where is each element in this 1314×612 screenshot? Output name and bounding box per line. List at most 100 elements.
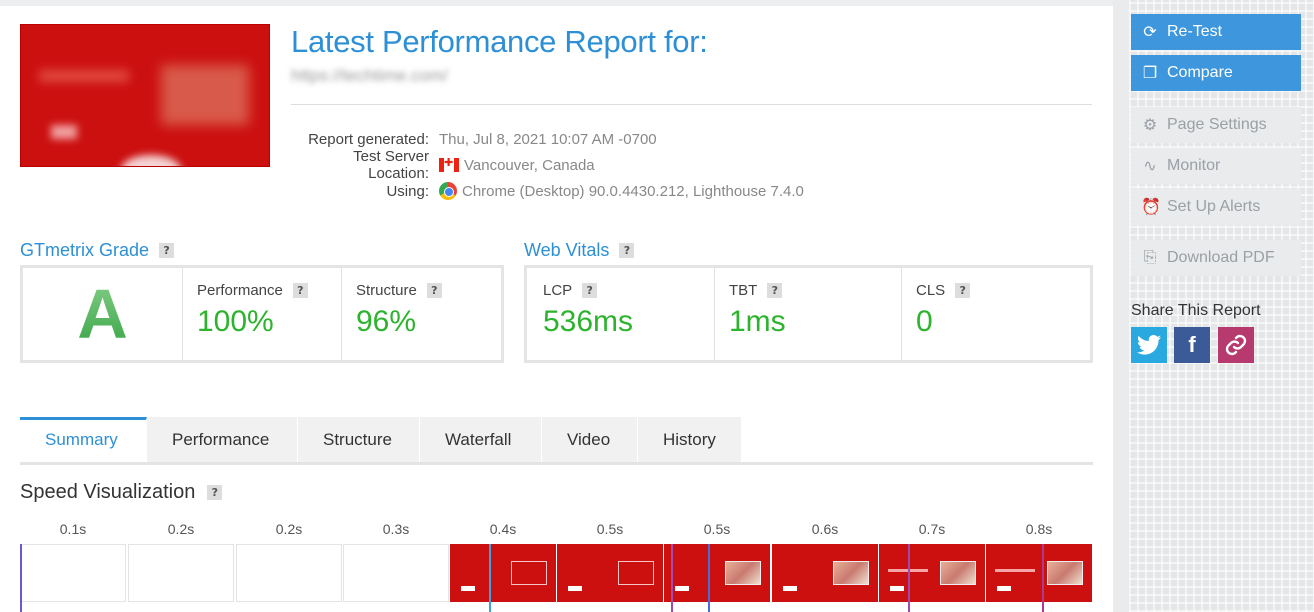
structure-label-row: Structure ? [356,282,487,299]
filmstrip: 0.1s 0.2s 0.2s 0.3s 0.4s 0.5s 0.5s 0.6s … [20,518,1093,612]
frame[interactable]: 0.6s [772,518,878,602]
server-location-value: Vancouver, Canada [439,156,595,174]
set-up-alerts-button[interactable]: ⏰ Set Up Alerts [1131,189,1301,225]
lcp-label: LCP [543,282,573,299]
page-screenshot-thumbnail[interactable] [20,24,270,167]
cls-label-row: CLS ? [916,282,1076,299]
tab-structure[interactable]: Structure [298,417,420,463]
thumb-shape [121,155,181,166]
thumb-button [51,125,77,139]
report-meta: Report generated: Thu, Jul 8, 2021 10:07… [291,126,1092,204]
timeline-marker-start [20,544,22,612]
frame[interactable]: 0.3s [343,518,449,602]
download-pdf-button[interactable]: ⎘ Download PDF [1131,240,1301,276]
help-icon[interactable]: ? [159,243,175,258]
pulse-icon: ∿ [1143,158,1157,175]
tbt-label: TBT [729,282,758,299]
frame-time: 0.6s [811,521,839,537]
download-pdf-label: Download PDF [1167,249,1275,266]
tab-history[interactable]: History [638,417,742,463]
frame-time: 0.7s [918,521,946,537]
frame[interactable]: 0.7s [879,518,985,602]
grade-cell: A [23,268,183,360]
help-icon[interactable]: ? [426,283,442,298]
chrome-icon [439,182,457,200]
page-settings-label: Page Settings [1167,116,1267,133]
share-heading: Share This Report [1131,302,1261,319]
tab-video[interactable]: Video [542,417,638,463]
frame-image [20,544,126,602]
retest-button[interactable]: ⟳ Re-Test [1131,14,1301,50]
frame[interactable]: 0.1s [20,518,126,602]
frame[interactable]: 0.8s [986,518,1092,602]
monitor-label: Monitor [1167,157,1221,174]
using-value: Chrome (Desktop) 90.0.4430.212, Lighthou… [439,182,804,200]
lcp-value: 536ms [543,305,634,338]
tab-summary[interactable]: Summary [20,417,147,463]
frame-photo [725,561,761,585]
speed-visualization-heading: Speed Visualization ? [20,481,223,504]
performance-label: Performance [197,282,283,299]
speed-visualization-title: Speed Visualization [20,481,196,503]
lcp-cell: LCP ? 536ms [527,268,715,360]
help-icon[interactable]: ? [292,283,308,298]
frame[interactable]: 0.2s [128,518,234,602]
frame[interactable]: 0.5s [664,518,770,602]
meta-row-using: Using: Chrome (Desktop) 90.0.4430.212, L… [291,178,1092,204]
frame-button [461,586,475,591]
using-label: Using: [386,182,429,200]
cls-label: CLS [916,282,946,299]
performance-label-row: Performance ? [197,282,327,299]
frame[interactable]: 0.2s [236,518,342,602]
frame-button [997,586,1011,591]
compare-button[interactable]: ❐ Compare [1131,55,1301,91]
frame-time: 0.8s [1025,521,1053,537]
frame[interactable]: 0.5s [557,518,663,602]
structure-label: Structure [356,282,417,299]
compare-label: Compare [1167,64,1233,81]
web-vitals-panel: LCP ? 536ms TBT ? 1ms CLS ? 0 [524,265,1093,363]
report-generated-text: Thu, Jul 8, 2021 10:07 AM -0700 [439,130,657,148]
frame-image [772,544,878,602]
frame-image [450,544,556,602]
facebook-icon[interactable]: f [1174,327,1210,363]
structure-value: 96% [356,305,417,338]
frame-placeholder [618,561,654,585]
performance-cell: Performance ? 100% [183,268,342,360]
frame[interactable]: 0.4s [450,518,556,602]
grade-letter: A [23,268,182,360]
retest-label: Re-Test [1167,23,1223,40]
twitter-icon[interactable] [1131,327,1167,363]
server-location-label: Test Server Location: [353,148,429,182]
gtmetrix-grade-panel: A Performance ? 100% Structure ? 96% [20,265,504,363]
help-icon[interactable]: ? [955,283,971,298]
server-location-text: Vancouver, Canada [464,156,595,174]
frame-photo [833,561,869,585]
tab-waterfall[interactable]: Waterfall [420,417,542,463]
gtmetrix-grade-heading: GTmetrix Grade ? [20,240,175,261]
cls-value: 0 [916,305,933,338]
report-generated-label: Report generated: [308,130,429,148]
link-icon[interactable] [1218,327,1254,363]
help-icon[interactable]: ? [207,485,223,500]
help-icon[interactable]: ? [619,243,635,258]
report-generated-value: Thu, Jul 8, 2021 10:07 AM -0700 [439,131,657,148]
web-vitals-title: Web Vitals [524,240,610,260]
frame-image [236,544,342,602]
gtmetrix-grade-title: GTmetrix Grade [20,240,150,260]
frame-time: 0.5s [703,521,731,537]
help-icon[interactable]: ? [767,283,783,298]
report-url[interactable]: https://techtime.com/ [291,66,539,92]
frame-time: 0.2s [167,521,195,537]
tabs-underline [20,462,1093,465]
set-up-alerts-label: Set Up Alerts [1167,198,1261,215]
timeline-marker-tti [908,544,910,612]
page-title: Latest Performance Report for: [291,24,708,59]
frame-time: 0.2s [275,521,303,537]
help-icon[interactable]: ? [582,283,598,298]
page-settings-button[interactable]: ⚙ Page Settings [1131,107,1301,143]
report-tabs: Summary Performance Structure Waterfall … [20,417,742,463]
monitor-button[interactable]: ∿ Monitor [1131,148,1301,184]
using-text: Chrome (Desktop) 90.0.4430.212, Lighthou… [462,182,804,200]
tab-performance[interactable]: Performance [147,417,298,463]
